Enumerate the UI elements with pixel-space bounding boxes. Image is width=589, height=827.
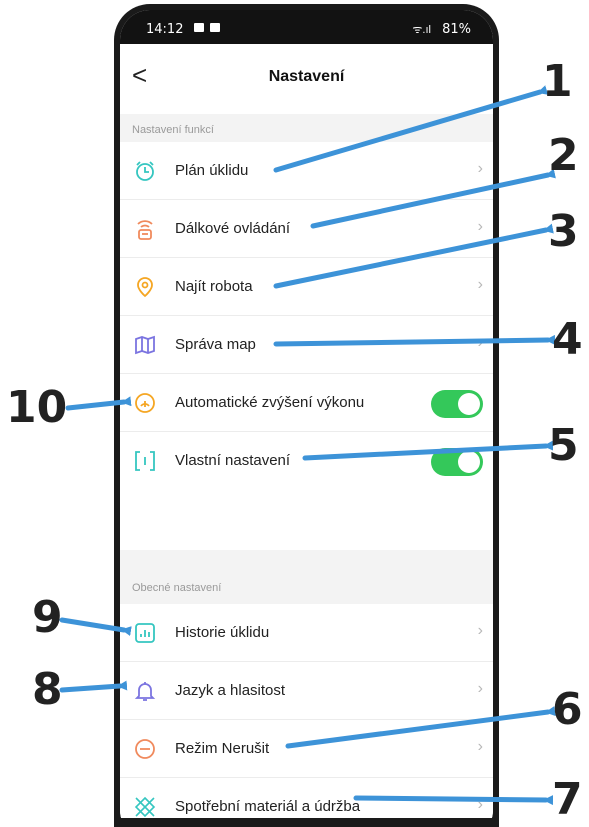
callout-number-10: 10 <box>6 382 68 433</box>
custom-settings-icon <box>135 451 155 471</box>
consumables-icon <box>134 796 156 818</box>
section-label: Nastavení funkcí <box>132 124 214 136</box>
toggle-knob <box>458 393 480 415</box>
callout-number-8: 8 <box>32 664 63 715</box>
row-label: Najít robota <box>175 278 253 295</box>
page-title: Nastavení <box>268 68 345 85</box>
row-label: Plán úklidu <box>175 162 249 179</box>
chevron-right-icon: › <box>477 622 483 639</box>
row-map-management[interactable]: Správa map › <box>120 316 493 374</box>
callout-number-9: 9 <box>32 592 63 643</box>
row-label: Automatické zvýšení výkonu <box>175 394 365 411</box>
chevron-right-icon: › <box>477 160 483 177</box>
phone-frame-bottom <box>114 818 499 827</box>
row-label: Režim Nerušit <box>175 740 270 757</box>
bell-icon <box>134 682 156 701</box>
callout-number-4: 4 <box>552 314 583 365</box>
map-icon <box>135 335 155 355</box>
callout-number-2: 2 <box>548 130 579 181</box>
alarm-clock-icon <box>136 161 154 181</box>
row-label: Vlastní nastavení <box>175 452 291 469</box>
row-label: Jazyk a hlasitost <box>175 682 286 699</box>
status-bar: 14:12 ᯤ.ıl 81% <box>120 10 493 44</box>
section-label: Obecné nastavení <box>132 582 222 594</box>
notification-icon <box>194 23 204 32</box>
status-time: 14:12 <box>146 22 184 37</box>
chevron-right-icon: › <box>477 738 483 755</box>
row-custom-settings: Vlastní nastavení <box>120 432 493 490</box>
callout-number-1: 1 <box>542 56 573 107</box>
power-boost-icon <box>135 393 155 413</box>
row-cleaning-history[interactable]: Historie úklidu › <box>120 604 493 662</box>
callout-number-7: 7 <box>552 774 583 825</box>
callout-number-3: 3 <box>548 206 579 257</box>
callout-number-6: 6 <box>552 684 583 735</box>
row-label: Historie úklidu <box>175 624 270 641</box>
row-find-robot[interactable]: Najít robota › <box>120 258 493 316</box>
do-not-disturb-icon <box>135 739 155 759</box>
chevron-right-icon: › <box>477 218 483 235</box>
row-cleaning-plan[interactable]: Plán úklidu › <box>120 142 493 200</box>
battery-level: 81% <box>442 22 471 37</box>
row-auto-power-boost: Automatické zvýšení výkonu <box>120 374 493 432</box>
toggle-knob <box>458 451 480 473</box>
signal-icon: ᯤ.ıl <box>412 24 431 36</box>
row-label: Spotřební materiál a údržba <box>175 798 361 815</box>
row-do-not-disturb[interactable]: Režim Nerušit › <box>120 720 493 778</box>
row-label: Správa map <box>175 336 256 353</box>
callout-number-5: 5 <box>548 420 579 471</box>
row-label: Dálkové ovládání <box>175 220 291 237</box>
row-language-volume[interactable]: Jazyk a hlasitost › <box>120 662 493 720</box>
location-pin-icon <box>137 277 153 298</box>
power-boost-toggle[interactable] <box>431 390 483 418</box>
remote-control-icon <box>137 220 153 240</box>
chevron-right-icon: › <box>477 680 483 697</box>
custom-settings-toggle[interactable] <box>431 448 483 476</box>
history-chart-icon <box>135 623 155 643</box>
app-screen: 14:12 ᯤ.ıl 81% < Nastavení Nastavení fun… <box>120 10 493 827</box>
chevron-right-icon: › <box>477 334 483 351</box>
section-header-general: Obecné nastavení <box>120 550 493 604</box>
section-header-functions: Nastavení funkcí <box>120 114 493 142</box>
chevron-right-icon: › <box>477 276 483 293</box>
chevron-right-icon: › <box>477 796 483 813</box>
callout-arrow-8 <box>59 680 128 693</box>
row-remote-control[interactable]: Dálkové ovládání › <box>120 200 493 258</box>
app-header: < Nastavení <box>120 44 493 114</box>
gallery-icon <box>210 23 220 32</box>
